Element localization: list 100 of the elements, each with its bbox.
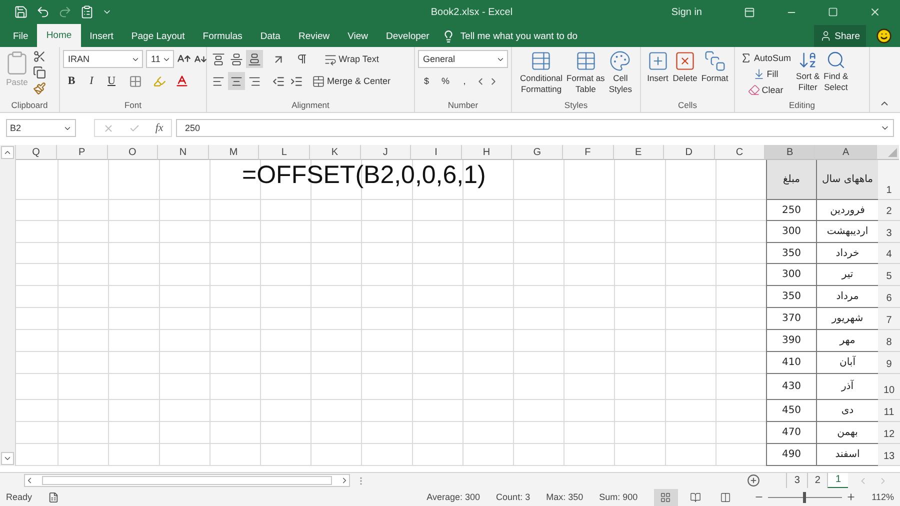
- cells-button[interactable]: Insert: [646, 50, 670, 100]
- number-style-button[interactable]: $: [418, 72, 435, 90]
- styles-button[interactable]: Conditional Formatting: [519, 50, 564, 100]
- styles-button[interactable]: Cell Styles: [608, 50, 633, 100]
- row-header[interactable]: 7: [878, 308, 900, 330]
- editing-button[interactable]: Find & Select: [822, 50, 850, 100]
- row-header[interactable]: 9: [878, 352, 900, 374]
- increase-indent-icon[interactable]: [290, 74, 303, 88]
- row-header[interactable]: 2: [878, 200, 900, 221]
- cut-icon[interactable]: [33, 50, 46, 63]
- row-header[interactable]: 4: [878, 243, 900, 264]
- number-style-button[interactable]: %: [437, 72, 454, 90]
- sigma-icon: [740, 52, 752, 64]
- sign-in-link[interactable]: Sign in: [671, 6, 702, 18]
- wrap-text-button[interactable]: Wrap Text: [310, 50, 393, 68]
- row-header[interactable]: 13: [878, 444, 900, 466]
- horizontal-align-button[interactable]: [228, 72, 245, 90]
- ribbon-tab[interactable]: Review: [289, 25, 339, 47]
- scroll-right-icon[interactable]: [340, 476, 349, 485]
- column-header[interactable]: J: [360, 145, 412, 160]
- column-header[interactable]: L: [259, 145, 310, 160]
- clipboard-icon[interactable]: [80, 5, 94, 19]
- borders-icon[interactable]: [129, 74, 142, 88]
- decrease-indent-icon[interactable]: [272, 74, 285, 88]
- column-header[interactable]: I: [411, 145, 462, 160]
- ribbon-tab[interactable]: Home: [37, 24, 81, 47]
- column-header[interactable]: Q: [16, 145, 57, 160]
- column-header[interactable]: B: [765, 145, 816, 160]
- paragraph-icon[interactable]: [296, 53, 308, 65]
- column-header[interactable]: D: [664, 145, 715, 160]
- tell-me-field[interactable]: Tell me what you want to do: [460, 30, 578, 42]
- font-color-icon[interactable]: [175, 74, 189, 88]
- styles-button[interactable]: Format as Table: [566, 50, 606, 100]
- group-label: Number: [446, 100, 480, 112]
- column-header[interactable]: P: [57, 145, 108, 160]
- vertical-align-button[interactable]: [246, 50, 263, 68]
- formula-field[interactable]: 250: [176, 119, 894, 137]
- column-header[interactable]: C: [714, 145, 766, 160]
- merge-center-button[interactable]: Merge & Center: [310, 72, 393, 90]
- column-header[interactable]: G: [512, 145, 563, 160]
- share-button[interactable]: Share: [814, 25, 866, 47]
- view-button[interactable]: [654, 488, 678, 506]
- column-header[interactable]: A: [815, 145, 878, 160]
- row-header[interactable]: 8: [878, 330, 900, 352]
- format-painter-icon[interactable]: [33, 82, 46, 95]
- ribbon-tab[interactable]: Data: [251, 25, 290, 47]
- column-header[interactable]: M: [208, 145, 260, 160]
- amount-cell: 470: [766, 422, 816, 444]
- month-cell: تیر: [816, 264, 878, 286]
- row-header[interactable]: 11: [878, 400, 900, 422]
- font-style-button[interactable]: U: [103, 72, 120, 90]
- zoom-thumb[interactable]: [802, 492, 806, 502]
- scroll-thumb[interactable]: [42, 476, 332, 485]
- ribbon-tab[interactable]: Insert: [80, 25, 122, 47]
- number-format-select[interactable]: General: [418, 50, 508, 68]
- month-cell: شهریور: [816, 308, 878, 330]
- editing-button[interactable]: Sort & Filter: [795, 50, 821, 100]
- ribbon-tab[interactable]: View: [338, 25, 378, 47]
- copy-icon[interactable]: [33, 66, 46, 79]
- column-header[interactable]: H: [462, 145, 512, 160]
- save-icon[interactable]: [14, 5, 28, 19]
- cells-button[interactable]: Format: [700, 50, 730, 100]
- column-header[interactable]: F: [562, 145, 614, 160]
- ribbon-tab[interactable]: Page Layout: [122, 25, 194, 47]
- amount-cell: 250: [766, 200, 816, 221]
- smiley-icon[interactable]: [876, 28, 892, 44]
- font-name-select[interactable]: IRAN: [63, 50, 143, 68]
- scroll-left-icon[interactable]: [25, 476, 34, 485]
- scroll-down-icon[interactable]: [1, 452, 14, 465]
- undo-icon[interactable]: [36, 5, 50, 19]
- row-header[interactable]: 6: [878, 286, 900, 308]
- scroll-up-icon[interactable]: [1, 146, 14, 159]
- clear-button[interactable]: Clear: [738, 82, 794, 98]
- name-box[interactable]: B2: [6, 119, 76, 137]
- font-size-select[interactable]: 11: [146, 50, 174, 68]
- font-style-button[interactable]: I: [83, 72, 100, 90]
- row-header[interactable]: 12: [878, 422, 900, 444]
- cells-button[interactable]: Delete: [672, 50, 698, 100]
- row-header[interactable]: 1: [878, 160, 900, 200]
- font-style-button[interactable]: B: [63, 72, 80, 90]
- ribbon-tab[interactable]: Formulas: [194, 25, 252, 47]
- table-icon: [530, 50, 552, 72]
- column-header[interactable]: N: [158, 145, 209, 160]
- column-header[interactable]: K: [310, 145, 361, 160]
- insert-function-button[interactable]: fx: [155, 122, 164, 134]
- column-header[interactable]: E: [614, 145, 664, 160]
- number-style-button[interactable]: ,: [456, 72, 473, 90]
- new-sheet-icon[interactable]: [747, 474, 760, 487]
- sheet-tab[interactable]: 1: [827, 472, 848, 488]
- row-header[interactable]: 3: [878, 221, 900, 243]
- fill-color-icon[interactable]: [153, 74, 166, 88]
- ribbon-tab[interactable]: File: [4, 25, 38, 47]
- autosum-button[interactable]: AutoSum: [738, 50, 794, 66]
- column-header[interactable]: O: [108, 145, 158, 160]
- zoom-in-icon[interactable]: [846, 492, 856, 502]
- palette-icon: [609, 50, 632, 72]
- fill-button[interactable]: Fill: [738, 66, 794, 82]
- row-header[interactable]: 5: [878, 264, 900, 286]
- row-header[interactable]: 10: [878, 374, 900, 400]
- ribbon-tab[interactable]: Developer: [377, 25, 438, 47]
